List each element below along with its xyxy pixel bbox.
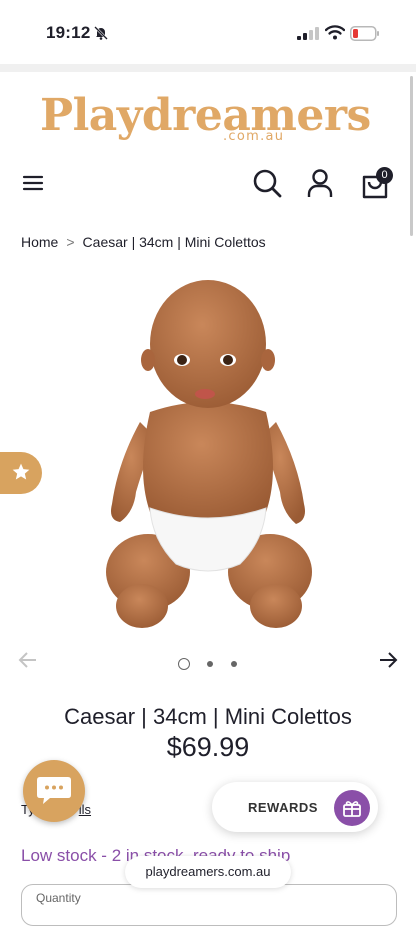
logo-domain: .com.au xyxy=(223,129,285,144)
wifi-icon xyxy=(325,25,345,40)
previous-image-arrow-icon[interactable] xyxy=(18,650,38,670)
next-image-arrow-icon[interactable] xyxy=(378,650,398,670)
chat-bubble-icon xyxy=(37,777,71,804)
gallery-dot[interactable] xyxy=(231,661,237,667)
gallery-dot[interactable] xyxy=(178,658,190,670)
search-icon[interactable] xyxy=(252,168,282,198)
site-logo[interactable]: Playdreamers .com.au xyxy=(40,88,380,156)
chat-button[interactable] xyxy=(23,760,85,822)
product-price: $69.99 xyxy=(166,732,250,762)
browser-url-bar[interactable]: playdreamers.com.au xyxy=(125,856,291,888)
product-image[interactable] xyxy=(90,272,326,644)
breadcrumb-current: Caesar | 34cm | Mini Colettos xyxy=(82,234,266,250)
rewards-side-tab[interactable] xyxy=(0,452,42,494)
quantity-field[interactable]: Quantity xyxy=(21,884,397,926)
rewards-label: REWARDS xyxy=(248,800,318,815)
gift-icon xyxy=(334,790,370,826)
status-time: 19:12 xyxy=(46,23,91,42)
battery-low-icon xyxy=(350,26,379,41)
header-divider xyxy=(0,64,416,72)
cart-count-badge: 0 xyxy=(376,167,393,184)
page-scrollbar[interactable] xyxy=(410,76,413,236)
logo-wordmark: Playdreamers xyxy=(40,90,371,141)
quantity-label: Quantity xyxy=(36,891,81,905)
gallery-dot[interactable] xyxy=(207,661,213,667)
account-icon[interactable] xyxy=(306,168,334,198)
bell-muted-icon xyxy=(94,26,108,40)
star-icon xyxy=(12,463,30,480)
hamburger-menu-icon[interactable] xyxy=(22,172,44,194)
status-bar: 19:12 xyxy=(0,0,416,64)
cellular-signal-icon xyxy=(297,27,319,40)
breadcrumb-home-link[interactable]: Home xyxy=(21,234,58,250)
gallery-pagination xyxy=(178,658,240,670)
rewards-button[interactable]: REWARDS xyxy=(212,782,378,832)
breadcrumb: Home > Caesar | 34cm | Mini Colettos xyxy=(21,234,266,250)
chevron-right-icon: > xyxy=(66,234,75,250)
product-title: Caesar | 34cm | Mini Colettos xyxy=(64,704,352,729)
